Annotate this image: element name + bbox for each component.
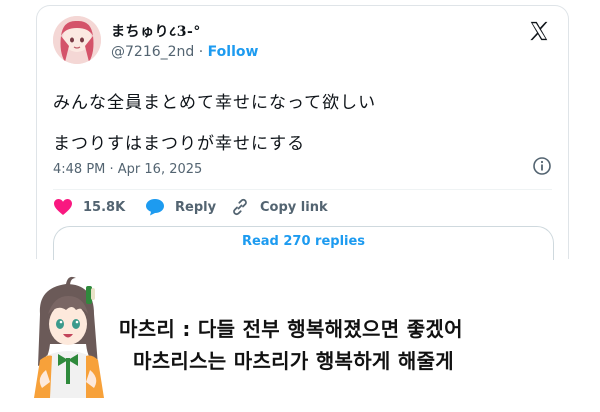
avatar[interactable] [53,16,101,64]
tweet-card: まちゅり८3-° @7216_2nd · Follow みんな全員まとめて幸せに… [36,5,569,260]
like-count: 15.8K [83,199,126,215]
info-icon[interactable] [532,156,552,176]
tweet-text-line-1: みんな全員まとめて幸せになって欲しい [53,93,377,113]
like-button[interactable]: 15.8K [53,195,125,219]
avatar-image [53,16,101,64]
reply-button[interactable]: Reply [145,195,216,219]
copy-link-button[interactable]: Copy link [230,195,328,219]
handle-row: @7216_2nd · Follow [111,44,258,60]
x-logo-icon[interactable] [528,20,550,42]
tweet-text-line-2: まつりすはまつりが幸せにする [53,134,306,154]
copy-link-label: Copy link [260,199,328,215]
divider [53,189,552,190]
link-icon [233,198,247,216]
separator-dot: · [198,44,204,60]
read-replies-button[interactable]: Read 270 replies [53,226,554,260]
author-name[interactable]: まちゅり८3-° [111,21,201,41]
heart-icon [54,199,72,215]
caption-line-2: 마츠리스는 마츠리가 행복하게 해줄게 [133,349,454,373]
reply-label: Reply [175,199,217,215]
reply-bubble-icon [146,199,164,216]
character-illustration [34,276,104,398]
author-handle[interactable]: @7216_2nd [111,44,194,60]
caption-line-1: 마츠리 : 다들 전부 행복해졌으면 좋겠어 [119,317,463,341]
follow-link[interactable]: Follow [208,44,259,60]
tweet-timestamp[interactable]: 4:48 PM · Apr 16, 2025 [53,162,202,177]
